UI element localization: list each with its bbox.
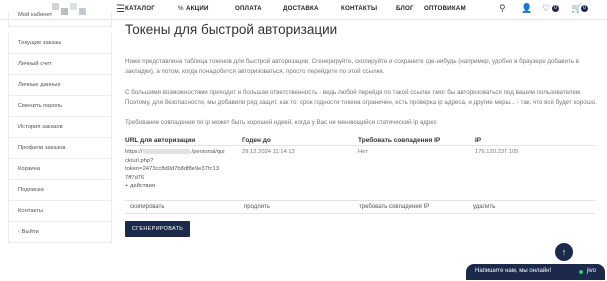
table-header-divider [125,145,595,146]
sidebar-item-cart[interactable]: Корзина [8,159,112,180]
search-icon[interactable]: ⚲ [499,3,506,14]
chat-brand: jivo [587,268,597,274]
url-line: ck/url.php? [125,157,154,164]
valid-until-cell: 29.12.2024 11:14:13 [242,149,295,155]
col-header-valid-until: Годен до [242,137,271,144]
url-token-end: 7ff7d76 [125,174,145,181]
generate-button[interactable]: СГЕНЕРИРОВАТЬ [125,221,190,237]
sidebar-item-subscriptions[interactable]: Подписки [8,180,112,201]
nav-contacts[interactable]: КОНТАКТЫ [341,5,377,12]
delete-action[interactable]: удалить [473,204,495,210]
col-header-require-ip: Требовать совпадения IP [358,137,441,144]
scroll-top-icon[interactable]: ↑ [555,243,573,261]
sidebar-item-personal-data[interactable]: Личные данные [8,75,112,96]
require-ip-cell: Нет [358,149,368,155]
redacted-domain [143,148,191,154]
copy-action[interactable]: скопировать [130,204,165,210]
wishlist-badge: 0 [552,5,559,12]
cart-badge: 0 [581,5,588,12]
chat-widget[interactable]: Напишите нам, мы онлайн! jivo [466,264,605,280]
url-scheme: https:// [125,149,143,155]
extend-action[interactable]: продлить [244,204,270,210]
nav-percent-icon: % [178,5,184,12]
actions-toggle[interactable]: + действия [125,182,225,191]
url-path: /personal/qui [191,149,225,155]
ip-hint-text: Требование совпадения по ip может быть х… [125,119,437,126]
sidebar-item-order-profiles[interactable]: Профили заказов [8,138,112,159]
sidebar-item-logout-label: Выйти [21,229,39,235]
require-ip-action[interactable]: требовать совпадения IP [359,204,429,210]
menu-icon[interactable]: ☰ [116,4,125,15]
actions-bottom-divider [125,213,595,214]
col-header-url: URL для авторизации [125,137,196,144]
sidebar-item-order-history[interactable]: История заказов [8,117,112,138]
sidebar-item-cabinet[interactable]: Мой кабинет [8,12,112,27]
actions-top-divider [125,200,595,201]
nav-wholesale[interactable]: ОПТОВИКАМ [424,5,466,12]
url-token-line: token=2473cc8d0d7b8df8e9e37fc13 [125,166,219,172]
online-indicator-icon [579,270,583,274]
nav-payment[interactable]: ОПЛАТА [235,5,262,12]
chat-message: Напишите нам, мы онлайн! [475,268,552,274]
token-url-cell[interactable]: https:// /personal/qui ck/url.php? token=… [125,148,225,191]
sidebar-item-change-password[interactable]: Сменить пароль [8,96,112,117]
nav-promo[interactable]: АКЦИИ [186,5,209,12]
warning-text: С большими возможностями приходит и боль… [125,89,597,106]
nav-catalog[interactable]: КАТАЛОГ [125,5,155,12]
page-title: Токены для быстрой авторизации [125,22,338,37]
sidebar-item-contacts[interactable]: Контакты [8,201,112,222]
sidebar-item-current-orders[interactable]: Текущие заказы [8,33,112,54]
sidebar-item-account[interactable]: Личный счет [8,54,112,75]
nav-delivery[interactable]: ДОСТАВКА [283,5,319,12]
heart-icon[interactable]: ♡ [542,3,550,14]
ip-cell: 176.120.237.105 [475,149,519,155]
intro-text: Ниже представлена таблица токенов для бы… [125,58,580,75]
user-icon[interactable]: 👤 [521,3,532,14]
sidebar-item-logout[interactable]: ‹ Выйти [8,222,112,243]
nav-blog[interactable]: БЛОГ [396,5,414,12]
col-header-ip: IP [475,137,482,144]
